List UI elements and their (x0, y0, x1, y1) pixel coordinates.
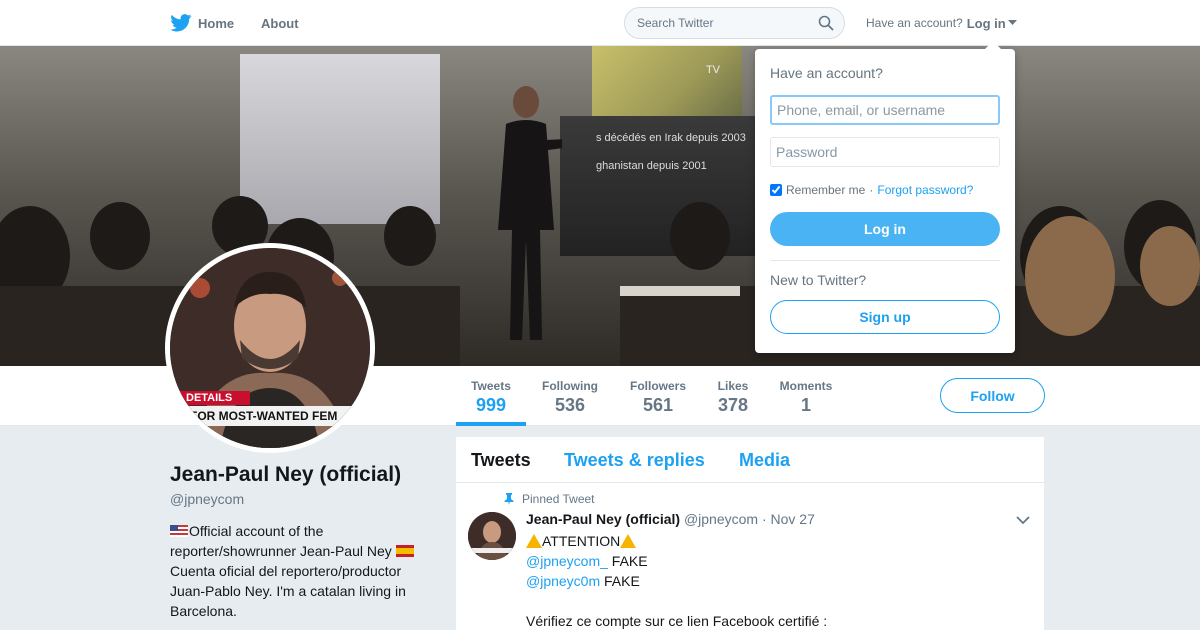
have-account-text: Have an account? (866, 16, 963, 30)
signup-button[interactable]: Sign up (770, 300, 1000, 334)
login-dropdown: Have an account? Remember me · Forgot pa… (755, 41, 1015, 353)
timeline: Tweets Tweets & replies Media Pinned Twe… (456, 437, 1044, 630)
tab-tweets-replies[interactable]: Tweets & replies (564, 450, 705, 471)
avatar-caption-white: FOR MOST-WANTED FEM (170, 406, 370, 426)
stat-likes-value: 378 (717, 395, 749, 415)
avatar-photo: DETAILS FOR MOST-WANTED FEM (170, 248, 370, 448)
forgot-password-link[interactable]: Forgot password? (877, 183, 973, 197)
stat-tweets[interactable]: Tweets 999 (456, 366, 526, 426)
stat-moments[interactable]: Moments 1 (774, 366, 838, 426)
warning-icon (526, 534, 542, 548)
stat-likes[interactable]: Likes 378 (710, 366, 756, 426)
password-field[interactable] (770, 137, 1000, 167)
search-input[interactable] (637, 8, 817, 38)
tweet-line-4: Vérifiez ce compte sur ce lien Facebook … (526, 613, 828, 629)
search-icon[interactable] (818, 15, 834, 31)
tweet-attention: ATTENTION (542, 533, 621, 549)
stat-tweets-value: 999 (475, 395, 507, 415)
us-flag-icon (170, 525, 188, 537)
pinned-text: Pinned Tweet (522, 492, 595, 506)
tweet-avatar-portrait (468, 512, 516, 560)
tweet-author-handle[interactable]: @jpneycom (684, 511, 758, 527)
warning-icon (620, 534, 637, 548)
avatar-caption-top: DETAILS (186, 392, 233, 404)
caret-down-icon (1007, 20, 1017, 25)
login-toggle-label: Log in (966, 15, 1006, 31)
login-dropdown-toggle[interactable]: Log in (967, 16, 1017, 31)
nav-about[interactable]: About (261, 0, 299, 46)
tab-media[interactable]: Media (739, 450, 790, 471)
tweet-mention-2[interactable]: @jpneyc0m (526, 573, 600, 589)
slide-line-1: s décédés en Irak depuis 2003 (596, 132, 746, 144)
tweet-line-1: ATTENTION (526, 531, 1026, 551)
login-button[interactable]: Log in (770, 212, 1000, 246)
tweet-line-2: @jpneycom_ FAKE (526, 551, 1026, 571)
stat-moments-label: Moments (779, 379, 833, 393)
stat-following-value: 536 (554, 395, 586, 415)
new-to-twitter-text: New to Twitter? (770, 272, 867, 288)
stat-following[interactable]: Following 536 (536, 366, 604, 426)
profile-bio: Official account of the reporter/showrun… (170, 521, 430, 621)
top-navigation-bar: Home About Have an account? Log in (0, 0, 1200, 46)
profile-handle[interactable]: @jpneycom (170, 491, 244, 507)
timeline-tabs: Tweets Tweets & replies Media (456, 437, 1044, 483)
tweet-date[interactable]: · Nov 27 (762, 511, 815, 527)
pin-icon (504, 493, 514, 505)
tweet-options-chevron-icon[interactable] (1016, 515, 1030, 525)
bio-part-1: Official account of the reporter/showrun… (170, 523, 392, 559)
avatar-caption-bottom: FOR MOST-WANTED FEM (190, 409, 338, 423)
pinned-tweet-label: Pinned Tweet (504, 492, 595, 506)
remember-separator: · (869, 183, 874, 197)
login-dropdown-title: Have an account? (770, 65, 883, 81)
tweet-author-avatar[interactable] (468, 512, 516, 560)
spain-flag-icon (395, 545, 414, 557)
tab-tweets[interactable]: Tweets (471, 450, 531, 471)
tv-mark: TV (705, 64, 720, 76)
tweet-fake-2: FAKE (600, 573, 640, 589)
slide-line-2: ghanistan depuis 2001 (596, 160, 707, 172)
remember-me-row: Remember me · Forgot password? (770, 183, 973, 197)
account-prompt: Have an account? Log in (866, 0, 1017, 46)
tweet-text: ATTENTION @jpneycom_ FAKE @jpneyc0m FAKE… (526, 531, 1026, 630)
twitter-bird-icon (170, 14, 192, 32)
stat-likes-label: Likes (717, 379, 749, 393)
tweet-fake-1: FAKE (607, 553, 648, 569)
remember-me-label: Remember me (786, 183, 866, 197)
follow-button[interactable]: Follow (940, 378, 1045, 413)
stat-followers-value: 561 (642, 395, 674, 415)
profile-avatar[interactable]: DETAILS FOR MOST-WANTED FEM (165, 243, 375, 453)
avatar-caption-red: DETAILS (170, 391, 250, 405)
dropdown-divider (770, 260, 1000, 261)
stat-following-label: Following (542, 379, 598, 393)
bio-part-2: Cuenta oficial del reportero/productor J… (170, 563, 406, 619)
stat-followers-label: Followers (629, 379, 686, 393)
tweet-mention-1[interactable]: @jpneycom_ (526, 553, 608, 569)
nav-home-label: Home (198, 15, 235, 31)
stat-tweets-label: Tweets (471, 379, 511, 393)
tweet-author-name[interactable]: Jean-Paul Ney (official) (526, 511, 680, 527)
profile-name[interactable]: Jean-Paul Ney (official) (170, 463, 401, 487)
projector-screen: TV (592, 46, 742, 116)
search-box[interactable] (624, 7, 845, 39)
remember-me-checkbox[interactable] (770, 184, 782, 196)
stat-moments-value: 1 (800, 395, 811, 415)
tweet-line-3: @jpneyc0m FAKE (526, 571, 1026, 591)
nav-home[interactable]: Home (170, 0, 234, 46)
username-field[interactable] (770, 95, 1000, 125)
tweet-header: Jean-Paul Ney (official) @jpneycom · Nov… (526, 511, 815, 527)
nav-about-label: About (261, 15, 299, 31)
stat-followers[interactable]: Followers 561 (624, 366, 692, 426)
